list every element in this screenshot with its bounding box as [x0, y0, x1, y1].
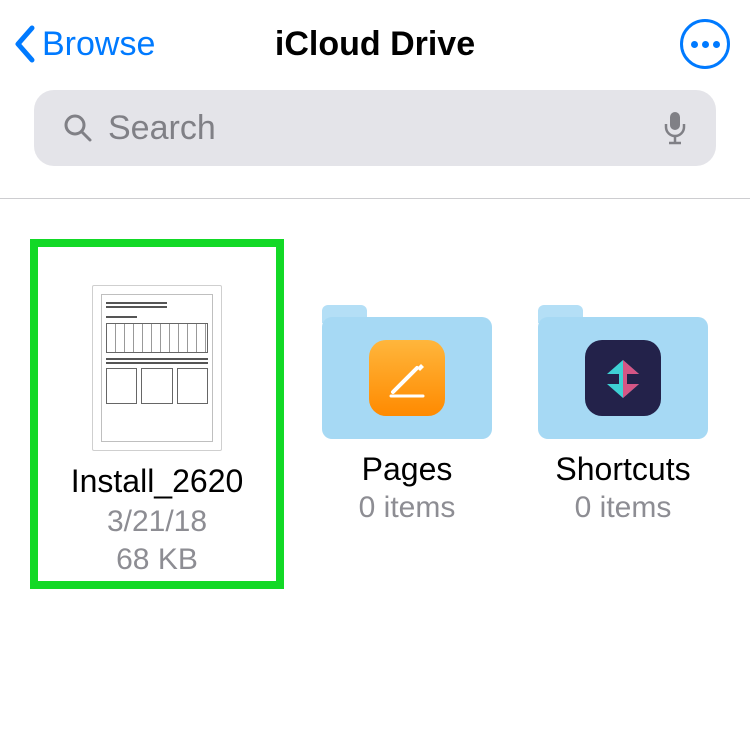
folder-name: Pages [356, 449, 459, 489]
file-grid: Install_2620 3/21/18 68 KB Pages 0 items [0, 199, 750, 589]
file-size: 68 KB [116, 543, 198, 577]
folder-item-count: 0 items [575, 491, 672, 525]
page-title: iCloud Drive [275, 25, 475, 64]
microphone-icon[interactable] [662, 110, 688, 146]
folder-name: Shortcuts [549, 449, 696, 489]
more-button[interactable] [680, 19, 730, 69]
search-container [0, 70, 750, 182]
folder-item-count: 0 items [359, 491, 456, 525]
pages-app-icon [369, 340, 445, 416]
file-name: Install_2620 [65, 461, 250, 503]
folder-item[interactable]: Pages 0 items [314, 239, 500, 589]
search-icon [62, 112, 94, 144]
folder-icon [538, 305, 708, 439]
nav-bar: Browse iCloud Drive [0, 0, 750, 70]
shortcuts-app-icon [585, 340, 661, 416]
chevron-left-icon [12, 24, 40, 64]
more-icon [691, 41, 698, 48]
document-thumbnail [92, 285, 222, 451]
search-bar[interactable] [34, 90, 716, 166]
folder-item[interactable]: Shortcuts 0 items [530, 239, 716, 589]
selection-highlight: Install_2620 3/21/18 68 KB [30, 239, 284, 589]
back-button[interactable]: Browse [12, 24, 155, 64]
file-date: 3/21/18 [107, 505, 207, 541]
file-item[interactable]: Install_2620 3/21/18 68 KB [42, 251, 272, 577]
search-input[interactable] [108, 109, 648, 148]
folder-icon [322, 305, 492, 439]
back-label: Browse [42, 25, 155, 64]
